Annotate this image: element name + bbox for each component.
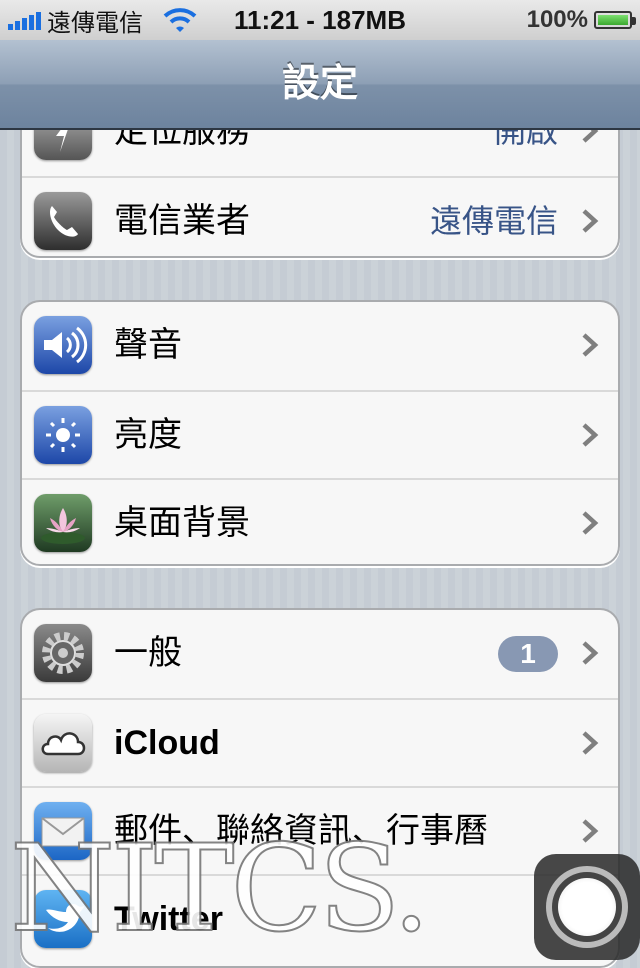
settings-row-label: 郵件、聯絡資訊、行事曆 (114, 811, 488, 851)
brightness-icon (34, 406, 92, 464)
settings-row-sounds[interactable]: 聲音 (22, 302, 618, 390)
phone-icon (34, 192, 92, 250)
settings-row-label: 亮度 (114, 415, 182, 455)
chevron-right-icon (582, 333, 599, 357)
page-title: 設定 (281, 61, 358, 105)
navigation-bar: 設定 (0, 40, 640, 130)
chevron-right-icon (582, 511, 599, 535)
settings-row-wallpaper[interactable]: 桌面背景 (22, 478, 618, 564)
settings-row-icloud[interactable]: iCloud (22, 698, 618, 786)
update-badge: 1 (498, 636, 558, 672)
gear-icon (34, 624, 92, 682)
settings-row-label: iCloud (114, 724, 220, 762)
cloud-icon (34, 714, 92, 772)
settings-row-general[interactable]: 一般 1 (22, 610, 618, 698)
chevron-right-icon (582, 819, 599, 843)
settings-row-label: 電信業者 (114, 201, 250, 241)
settings-row-twitter[interactable]: Twitter (22, 874, 618, 962)
battery-percent: 100% (526, 6, 588, 33)
settings-row-label: 一般 (114, 633, 182, 673)
battery-icon (594, 11, 636, 29)
settings-row-label: Twitter (114, 900, 223, 938)
chevron-right-icon (582, 731, 599, 755)
settings-row-brightness[interactable]: 亮度 (22, 390, 618, 478)
settings-row-label: 聲音 (114, 325, 182, 365)
wallpaper-icon (34, 494, 92, 552)
settings-group-apps: 一般 1 iCloud 郵件、聯絡資訊、行事曆 Twitter (20, 608, 620, 968)
settings-row-label: 桌面背景 (114, 503, 250, 543)
status-bar: 遠傳電信 11:21 - 187MB 100% (0, 0, 640, 40)
settings-row-mail[interactable]: 郵件、聯絡資訊、行事曆 (22, 786, 618, 874)
assistive-touch-button[interactable] (534, 854, 640, 960)
chevron-right-icon (582, 423, 599, 447)
twitter-icon (34, 890, 92, 948)
speaker-icon (34, 316, 92, 374)
settings-group-display: 聲音 亮度 桌面背景 (20, 300, 620, 566)
settings-row-carrier[interactable]: 電信業者 遠傳電信 (22, 176, 618, 256)
chevron-right-icon (582, 209, 599, 233)
settings-row-value: 遠傳電信 (429, 202, 558, 240)
mail-icon (34, 802, 92, 860)
chevron-right-icon (582, 641, 599, 665)
